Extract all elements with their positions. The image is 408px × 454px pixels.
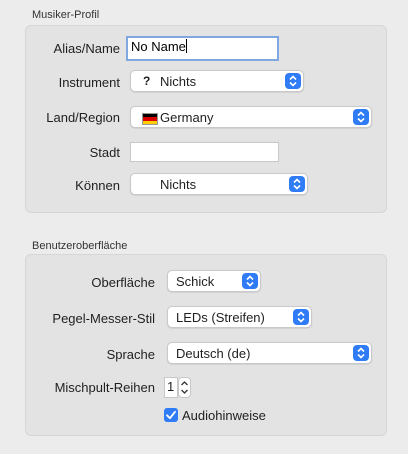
city-input[interactable] <box>130 142 279 162</box>
language-popup[interactable]: Deutsch (de) <box>167 342 372 364</box>
unknown-instrument-icon: ? <box>143 74 151 88</box>
instrument-value: Nichts <box>160 74 197 89</box>
language-label: Sprache <box>106 347 155 362</box>
meter-style-label: Pegel-Messer-Stil <box>52 311 155 326</box>
ui-section-title: Benutzeroberfläche <box>32 240 128 252</box>
country-popup[interactable]: Germany <box>130 106 372 128</box>
mixer-rows-stepper[interactable] <box>178 377 191 398</box>
audio-alerts-checkbox[interactable] <box>164 408 178 422</box>
chevron-updown-icon <box>285 73 301 89</box>
text-caret <box>185 39 187 53</box>
profile-section-title: Musiker-Profil <box>32 9 100 21</box>
stepper-arrows-icon <box>181 381 188 394</box>
germany-flag-icon <box>142 113 158 125</box>
skin-value: Schick <box>176 274 215 289</box>
chevron-updown-icon <box>289 176 305 192</box>
skin-popup[interactable]: Schick <box>167 270 261 292</box>
chevron-updown-icon <box>293 309 309 325</box>
skill-label: Können <box>75 178 120 193</box>
alias-label: Alias/Name <box>53 41 120 56</box>
country-value: Germany <box>160 110 214 125</box>
country-label: Land/Region <box>46 110 120 125</box>
checkmark-icon <box>166 410 176 420</box>
skill-value: Nichts <box>160 177 197 192</box>
alias-input[interactable]: No Name <box>126 36 279 61</box>
chevron-updown-icon <box>242 273 258 289</box>
meter-style-popup[interactable]: LEDs (Streifen) <box>167 306 312 328</box>
audio-alerts-label: Audiohinweise <box>182 408 266 423</box>
city-label: Stadt <box>89 145 120 160</box>
mixer-rows-label: Mischpult-Reihen <box>54 380 155 395</box>
alias-value: No Name <box>131 39 186 54</box>
skill-popup[interactable]: Nichts <box>130 173 308 195</box>
skin-label: Oberfläche <box>91 275 155 290</box>
chevron-updown-icon <box>353 345 369 361</box>
mixer-rows-field[interactable]: 1 <box>164 377 178 398</box>
language-value: Deutsch (de) <box>176 346 251 361</box>
meter-style-value: LEDs (Streifen) <box>176 310 265 325</box>
instrument-label: Instrument <box>58 75 120 90</box>
instrument-popup[interactable]: ? Nichts <box>130 70 304 92</box>
chevron-updown-icon <box>353 109 369 125</box>
